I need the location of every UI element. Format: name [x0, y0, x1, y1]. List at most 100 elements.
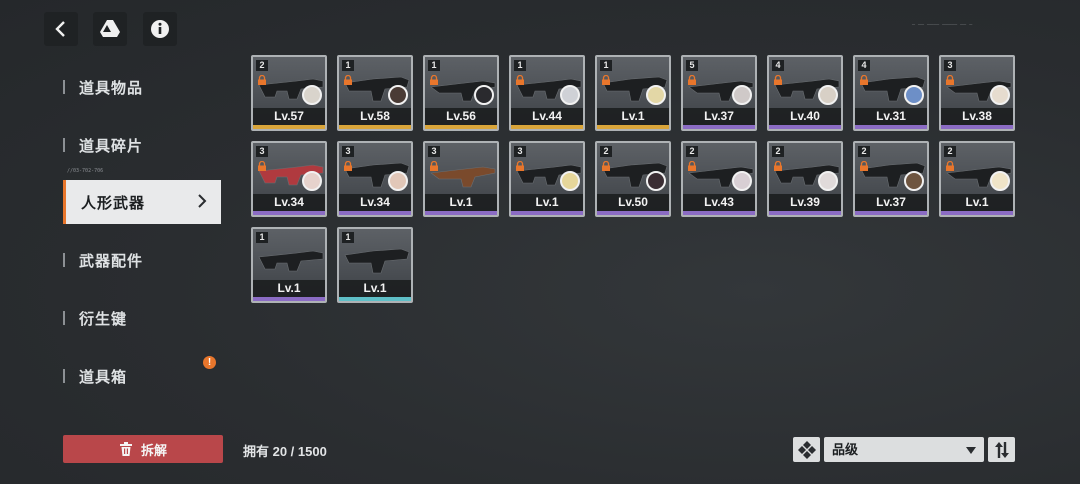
lock-icon	[516, 75, 524, 85]
stack-count-badge: 4	[772, 60, 784, 71]
sidebar-item-4[interactable]: 衍生键	[63, 296, 221, 340]
weapon-card[interactable]: 2 Lv.43	[681, 141, 757, 217]
weapon-level: Lv.37	[855, 194, 927, 211]
weapon-card[interactable]: 1 Lv.56	[423, 55, 499, 131]
trash-icon	[119, 442, 132, 456]
stack-count-badge: 2	[944, 146, 956, 157]
filter-button[interactable]	[793, 437, 820, 462]
weapon-card[interactable]: 3 Lv.34	[251, 141, 327, 217]
weapon-card[interactable]: 1 Lv.58	[337, 55, 413, 131]
weapon-card[interactable]: 3 Lv.1	[509, 141, 585, 217]
sidebar-item-label: 人形武器	[81, 194, 146, 212]
weapon-card[interactable]: 3 Lv.1	[423, 141, 499, 217]
weapon-level: Lv.34	[253, 194, 325, 211]
rarity-bar	[683, 125, 755, 129]
weapon-card[interactable]: 2 Lv.57	[251, 55, 327, 131]
sidebar-item-0[interactable]: 道具物品	[63, 65, 221, 109]
lock-icon	[344, 161, 352, 171]
doll-avatar	[560, 171, 580, 191]
stack-count-badge: 1	[342, 60, 354, 71]
stack-count-badge: 3	[342, 146, 354, 157]
rarity-bar	[769, 125, 841, 129]
doll-avatar	[732, 171, 752, 191]
weapon-level: Lv.31	[855, 108, 927, 125]
sidebar-item-2[interactable]: 人形武器	[63, 180, 221, 224]
lock-icon	[344, 75, 352, 85]
stack-count-badge: 2	[600, 146, 612, 157]
stack-count-badge: 5	[686, 60, 698, 71]
doll-avatar	[818, 85, 838, 105]
weapon-level: Lv.39	[769, 194, 841, 211]
back-arrow-icon	[55, 21, 65, 37]
rarity-bar	[855, 125, 927, 129]
weapon-level: Lv.43	[683, 194, 755, 211]
weapon-level: Lv.40	[769, 108, 841, 125]
rarity-bar	[511, 125, 583, 129]
rarity-bar	[253, 125, 325, 129]
rarity-bar	[511, 211, 583, 215]
rarity-bar	[425, 211, 497, 215]
sort-order-button[interactable]	[988, 437, 1015, 462]
weapon-card[interactable]: 1 Lv.1	[595, 55, 671, 131]
rarity-bar	[769, 211, 841, 215]
sidebar-item-3[interactable]: 武器配件	[63, 238, 221, 282]
lock-icon	[946, 75, 954, 85]
sidebar-item-1[interactable]: 道具碎片	[63, 123, 221, 167]
doll-avatar	[560, 85, 580, 105]
weapon-level: Lv.58	[339, 108, 411, 125]
weapon-card[interactable]: 1 Lv.1	[337, 227, 413, 303]
doll-avatar	[302, 171, 322, 191]
doll-avatar	[388, 85, 408, 105]
stack-count-badge: 1	[428, 60, 440, 71]
back-button[interactable]	[44, 12, 78, 46]
sidebar-item-label: 道具碎片	[79, 137, 144, 155]
weapon-level: Lv.1	[941, 194, 1013, 211]
drive-button[interactable]	[93, 12, 127, 46]
lock-icon	[774, 75, 782, 85]
weapon-card[interactable]: 2 Lv.1	[939, 141, 1015, 217]
weapon-level: Lv.56	[425, 108, 497, 125]
rarity-bar	[597, 211, 669, 215]
sidebar-item-label: 武器配件	[79, 252, 144, 270]
weapon-card[interactable]: 2 Lv.39	[767, 141, 843, 217]
weapon-card[interactable]: 3 Lv.38	[939, 55, 1015, 131]
filter-diamond-icon	[797, 440, 816, 459]
weapon-card[interactable]: 4 Lv.31	[853, 55, 929, 131]
weapon-image-icon	[258, 250, 324, 272]
weapon-card[interactable]: 1 Lv.44	[509, 55, 585, 131]
sidebar-item-marker	[63, 369, 65, 383]
lock-icon	[946, 161, 954, 171]
sort-select[interactable]: 品级	[824, 437, 984, 462]
weapon-card[interactable]: 5 Lv.37	[681, 55, 757, 131]
lock-icon	[860, 75, 868, 85]
weapon-card[interactable]: 2 Lv.37	[853, 141, 929, 217]
weapon-level: Lv.1	[339, 280, 411, 297]
weapon-level: Lv.1	[511, 194, 583, 211]
lock-icon	[430, 161, 438, 171]
deco-text: ─ ── ──── ───── ── ─	[912, 22, 973, 28]
stack-count-badge: 2	[686, 146, 698, 157]
sidebar-item-label: 道具物品	[79, 79, 144, 97]
rarity-bar	[855, 211, 927, 215]
weapon-level: Lv.1	[597, 108, 669, 125]
doll-avatar	[474, 85, 494, 105]
lock-icon	[860, 161, 868, 171]
sidebar-item-5[interactable]: 道具箱	[63, 354, 221, 398]
rarity-bar	[683, 211, 755, 215]
weapon-card[interactable]: 1 Lv.1	[251, 227, 327, 303]
stack-count-badge: 1	[600, 60, 612, 71]
weapon-card[interactable]: 2 Lv.50	[595, 141, 671, 217]
info-button[interactable]	[143, 12, 177, 46]
sort-order-icon	[994, 441, 1009, 458]
dismantle-button[interactable]: 拆解	[63, 435, 223, 463]
weapon-card[interactable]: 3 Lv.34	[337, 141, 413, 217]
stack-count-badge: 3	[256, 146, 268, 157]
sidebar-item-marker	[63, 311, 65, 325]
stack-count-badge: 1	[342, 232, 354, 243]
weapon-level: Lv.1	[425, 194, 497, 211]
rarity-bar	[941, 211, 1013, 215]
doll-avatar	[388, 171, 408, 191]
stack-count-badge: 3	[944, 60, 956, 71]
doll-avatar	[646, 85, 666, 105]
weapon-card[interactable]: 4 Lv.40	[767, 55, 843, 131]
